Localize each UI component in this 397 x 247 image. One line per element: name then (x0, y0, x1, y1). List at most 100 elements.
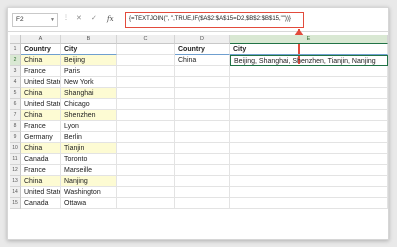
city-cell[interactable]: Washington (61, 187, 117, 198)
lookup-header-city[interactable]: City (230, 44, 388, 55)
empty-cell[interactable] (175, 121, 230, 132)
cancel-icon[interactable]: ✕ (76, 13, 82, 25)
empty-cell[interactable] (230, 77, 388, 88)
empty-cell[interactable] (175, 154, 230, 165)
empty-cell[interactable] (117, 44, 175, 55)
header-cell-city[interactable]: City (61, 44, 117, 55)
city-cell[interactable]: Tianjin (61, 143, 117, 154)
row-header[interactable]: 4 (10, 77, 21, 88)
country-cell[interactable]: France (21, 66, 61, 77)
empty-cell[interactable] (230, 198, 388, 209)
row-header[interactable]: 6 (10, 99, 21, 110)
empty-cell[interactable] (175, 165, 230, 176)
country-cell[interactable]: France (21, 121, 61, 132)
lookup-country-cell[interactable]: China (175, 55, 230, 66)
row-header[interactable]: 2 (10, 55, 21, 66)
empty-cell[interactable] (230, 66, 388, 77)
empty-cell[interactable] (117, 187, 175, 198)
column-header-c[interactable]: C (117, 35, 175, 44)
row-header[interactable]: 8 (10, 121, 21, 132)
empty-cell[interactable] (117, 55, 175, 66)
city-cell[interactable]: Lyon (61, 121, 117, 132)
row-header[interactable]: 1 (10, 44, 21, 55)
empty-cell[interactable] (230, 132, 388, 143)
empty-cell[interactable] (117, 154, 175, 165)
city-cell[interactable]: Berlin (61, 132, 117, 143)
chevron-down-icon[interactable]: ▼ (50, 14, 55, 26)
empty-cell[interactable] (175, 143, 230, 154)
insert-function-icon[interactable]: fx (107, 13, 114, 25)
enter-icon[interactable]: ✓ (91, 13, 97, 25)
row-header[interactable]: 7 (10, 110, 21, 121)
empty-cell[interactable] (117, 121, 175, 132)
country-cell[interactable]: United States (21, 99, 61, 110)
city-cell[interactable]: Marseille (61, 165, 117, 176)
empty-cell[interactable] (230, 143, 388, 154)
empty-cell[interactable] (175, 110, 230, 121)
country-cell[interactable]: United States (21, 77, 61, 88)
city-cell[interactable]: Nanjing (61, 176, 117, 187)
select-all-corner[interactable] (10, 35, 21, 44)
empty-cell[interactable] (175, 132, 230, 143)
empty-cell[interactable] (117, 66, 175, 77)
empty-cell[interactable] (117, 143, 175, 154)
empty-cell[interactable] (230, 110, 388, 121)
row-header[interactable]: 12 (10, 165, 21, 176)
empty-cell[interactable] (175, 198, 230, 209)
header-cell-country[interactable]: Country (21, 44, 61, 55)
country-cell[interactable]: China (21, 143, 61, 154)
empty-cell[interactable] (117, 198, 175, 209)
country-cell[interactable]: Canada (21, 154, 61, 165)
country-cell[interactable]: China (21, 88, 61, 99)
empty-cell[interactable] (230, 187, 388, 198)
row-header[interactable]: 10 (10, 143, 21, 154)
country-cell[interactable]: United States (21, 187, 61, 198)
empty-cell[interactable] (117, 99, 175, 110)
empty-cell[interactable] (117, 88, 175, 99)
empty-cell[interactable] (175, 99, 230, 110)
city-cell[interactable]: Shanghai (61, 88, 117, 99)
empty-cell[interactable] (175, 187, 230, 198)
empty-cell[interactable] (175, 66, 230, 77)
empty-cell[interactable] (175, 176, 230, 187)
row-header[interactable]: 5 (10, 88, 21, 99)
empty-cell[interactable] (230, 165, 388, 176)
country-cell[interactable]: China (21, 110, 61, 121)
city-cell[interactable]: Toronto (61, 154, 117, 165)
result-cell[interactable]: Beijing, Shanghai, Shenzhen, Tianjin, Na… (230, 55, 388, 66)
country-cell[interactable]: France (21, 165, 61, 176)
row-header[interactable]: 14 (10, 187, 21, 198)
city-cell[interactable]: New York (61, 77, 117, 88)
empty-cell[interactable] (117, 165, 175, 176)
name-box[interactable]: F2 ▼ (12, 13, 58, 27)
formula-input[interactable]: {=TEXTJOIN(", ",TRUE,IF($A$2:$A$15=D2,$B… (125, 12, 304, 28)
country-cell[interactable]: Germany (21, 132, 61, 143)
country-cell[interactable]: China (21, 55, 61, 66)
city-cell[interactable]: Ottawa (61, 198, 117, 209)
lookup-header-country[interactable]: Country (175, 44, 230, 55)
column-header-e[interactable]: E (230, 35, 388, 44)
empty-cell[interactable] (117, 176, 175, 187)
country-cell[interactable]: China (21, 176, 61, 187)
city-cell[interactable]: Beijing (61, 55, 117, 66)
row-header[interactable]: 3 (10, 66, 21, 77)
empty-cell[interactable] (230, 99, 388, 110)
empty-cell[interactable] (117, 132, 175, 143)
row-header[interactable]: 15 (10, 198, 21, 209)
column-header-d[interactable]: D (175, 35, 230, 44)
empty-cell[interactable] (175, 88, 230, 99)
empty-cell[interactable] (230, 88, 388, 99)
row-header[interactable]: 9 (10, 132, 21, 143)
row-header[interactable]: 13 (10, 176, 21, 187)
city-cell[interactable]: Chicago (61, 99, 117, 110)
country-cell[interactable]: Canada (21, 198, 61, 209)
empty-cell[interactable] (175, 77, 230, 88)
row-header[interactable]: 11 (10, 154, 21, 165)
column-header-b[interactable]: B (61, 35, 117, 44)
empty-cell[interactable] (117, 77, 175, 88)
column-header-a[interactable]: A (21, 35, 61, 44)
city-cell[interactable]: Shenzhen (61, 110, 117, 121)
empty-cell[interactable] (230, 154, 388, 165)
empty-cell[interactable] (230, 176, 388, 187)
empty-cell[interactable] (117, 110, 175, 121)
